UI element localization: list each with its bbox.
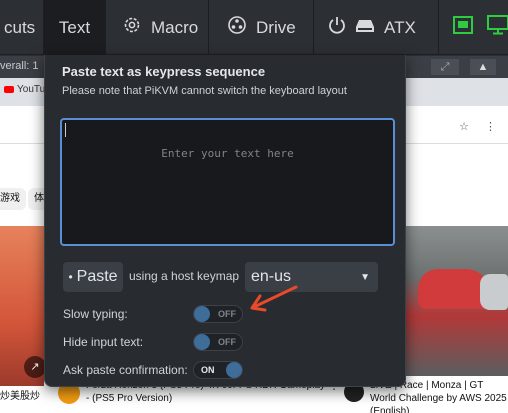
triangle-up-icon[interactable]: ▲ xyxy=(470,59,496,75)
star-icon[interactable]: ☆ xyxy=(459,120,469,133)
browser-toolbar-icons: ☆ ⋮ xyxy=(459,120,496,133)
toggle-state: OFF xyxy=(218,309,236,319)
ethernet-status-icon xyxy=(453,16,473,39)
expand-icon[interactable]: ⤢ xyxy=(431,59,459,75)
status-indicators xyxy=(439,0,508,55)
keymap-label: using a host keymap xyxy=(129,269,240,283)
power-icon xyxy=(328,15,346,40)
ask-paste-confirmation-toggle[interactable]: ON xyxy=(193,361,243,379)
top-menu-bar: cuts Text Macro Drive ATX xyxy=(0,0,508,55)
menu-atx-label: ATX xyxy=(384,17,416,37)
dropdown-arrow-icon: ▼ xyxy=(360,272,370,283)
slow-typing-toggle[interactable]: OFF xyxy=(193,305,243,323)
menu-macro[interactable]: Macro xyxy=(106,0,209,55)
menu-dots-icon[interactable]: ⋮ xyxy=(485,120,496,133)
menu-drive-label: Drive xyxy=(256,17,296,37)
slow-typing-label: Slow typing: xyxy=(63,307,128,321)
text-cursor xyxy=(65,123,66,137)
ask-paste-confirmation-label: Ask paste confirmation: xyxy=(63,363,188,377)
annotation-arrow-icon xyxy=(250,285,298,312)
video-title[interactable]: 炒美股炒 xyxy=(0,387,44,402)
youtube-logo-icon xyxy=(4,86,14,93)
hide-input-text-label: Hide input text: xyxy=(63,335,144,349)
paste-text-input[interactable] xyxy=(60,118,395,246)
overall-status-text: verall: 1 xyxy=(0,60,39,72)
menu-macro-label: Macro xyxy=(151,17,199,37)
gear-icon xyxy=(122,15,142,40)
drive-icon xyxy=(227,15,247,40)
menu-text-label: Text xyxy=(58,17,91,37)
menu-drive[interactable]: Drive xyxy=(209,0,314,55)
paste-text-dialog: Paste text as keypress sequence Please n… xyxy=(44,55,406,387)
menu-text[interactable]: Text xyxy=(44,0,106,55)
paste-button-label: Paste xyxy=(76,268,118,285)
bullet-icon: • xyxy=(68,270,73,284)
menu-shortcuts[interactable]: cuts xyxy=(0,0,44,55)
hide-input-text-toggle[interactable]: OFF xyxy=(193,333,243,351)
monitor-status-icon xyxy=(487,15,508,40)
toggle-knob xyxy=(226,362,242,378)
toggle-state: OFF xyxy=(218,337,236,347)
menu-atx[interactable]: ATX xyxy=(314,0,439,55)
toggle-knob xyxy=(194,306,210,322)
dialog-title: Paste text as keypress sequence xyxy=(62,64,266,79)
category-chip[interactable]: 游戏 xyxy=(0,188,26,210)
hdd-icon xyxy=(355,18,375,38)
paste-button[interactable]: • Paste xyxy=(63,262,123,292)
menu-shortcuts-label: cuts xyxy=(4,17,36,37)
toggle-knob xyxy=(194,334,210,350)
race-car-shape xyxy=(480,274,508,310)
dialog-subtitle: Please note that PiKVM cannot switch the… xyxy=(62,85,347,97)
toggle-state: ON xyxy=(201,365,215,375)
share-arrow-icon[interactable]: ↗ xyxy=(24,356,46,378)
